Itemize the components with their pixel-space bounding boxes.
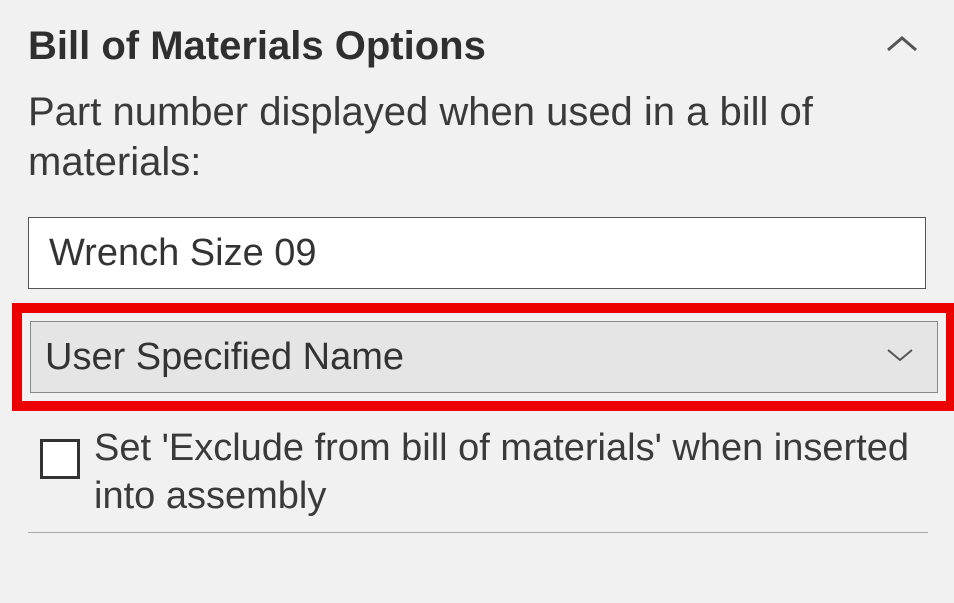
exclude-checkbox-label: Set 'Exclude from bill of materials' whe… — [94, 425, 914, 520]
exclude-checkbox-row: Set 'Exclude from bill of materials' whe… — [28, 425, 938, 520]
section-title: Bill of Materials Options — [28, 24, 486, 69]
highlighted-region: User Specified Name — [12, 303, 954, 411]
section-description: Part number displayed when used in a bil… — [28, 87, 868, 187]
chevron-down-icon — [885, 346, 915, 369]
dropdown-selected-label: User Specified Name — [45, 336, 404, 379]
collapse-toggle[interactable] — [878, 26, 926, 67]
part-number-input[interactable] — [28, 217, 926, 289]
chevron-up-icon — [884, 43, 920, 60]
section-divider — [28, 532, 928, 533]
exclude-checkbox[interactable] — [40, 439, 80, 479]
section-header: Bill of Materials Options — [28, 24, 938, 69]
name-source-dropdown[interactable]: User Specified Name — [30, 321, 938, 393]
